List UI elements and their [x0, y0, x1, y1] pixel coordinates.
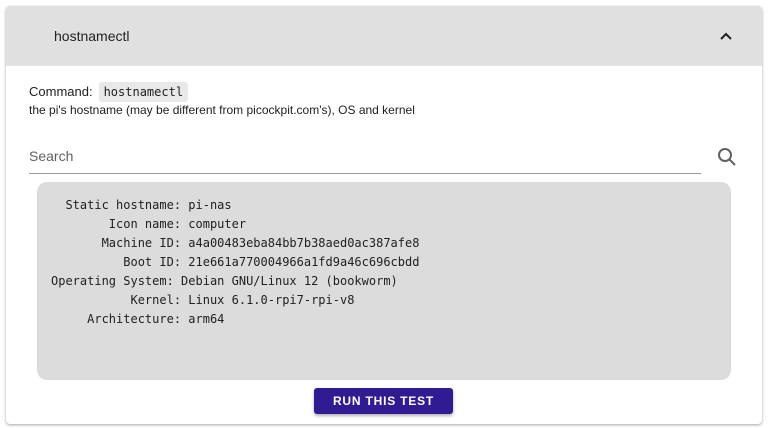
command-output: Static hostname: pi-nas Icon name: compu… [37, 182, 731, 380]
command-line: Command: hostnamectl [29, 82, 189, 102]
output-text: Static hostname: pi-nas Icon name: compu… [51, 198, 420, 326]
command-description: the pi's hostname (may be different from… [29, 103, 415, 117]
chevron-up-icon[interactable] [714, 24, 738, 48]
search-field [29, 140, 701, 174]
command-label: Command: [29, 84, 93, 99]
panel-title: hostnamectl [54, 28, 130, 44]
expansion-panel: hostnamectl Command: hostnamectl the pi'… [6, 6, 762, 424]
search-input[interactable] [29, 140, 701, 172]
run-test-button[interactable]: RUN THIS TEST [314, 388, 453, 414]
command-code: hostnamectl [98, 82, 189, 102]
search-icon[interactable] [716, 146, 738, 168]
panel-body: Command: hostnamectl the pi's hostname (… [6, 66, 762, 424]
panel-header[interactable]: hostnamectl [6, 6, 762, 66]
